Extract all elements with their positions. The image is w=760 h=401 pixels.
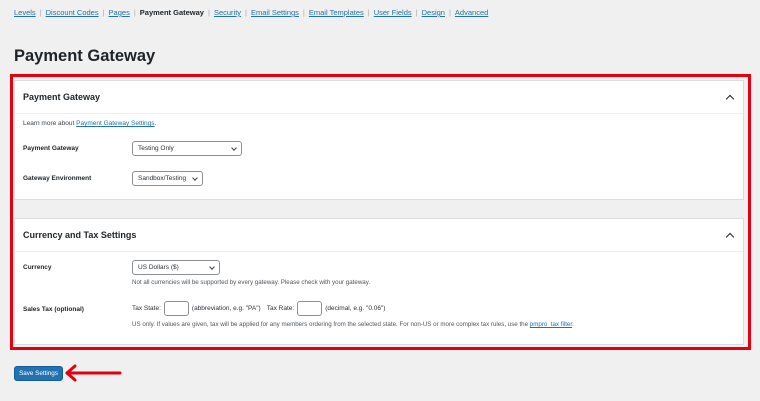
nav-separator: | — [245, 8, 247, 17]
sales-tax-label: Sales Tax (optional) — [23, 306, 84, 313]
payment-gateway-card-title: Payment Gateway — [23, 92, 101, 102]
chevron-down-icon — [231, 144, 237, 151]
gateway-environment-label: Gateway Environment — [23, 175, 92, 182]
intro-suffix: . — [154, 120, 157, 127]
payment-gateway-card: Payment Gateway Learn more about Payment… — [14, 80, 744, 200]
currency-help-text: Not all currencies will be supported by … — [132, 279, 371, 286]
nav-link-email-templates[interactable]: Email Templates — [309, 8, 364, 17]
chevron-down-icon — [209, 263, 215, 270]
currency-select-value: US Dollars ($) — [138, 264, 179, 271]
tax-state-hint: (abbreviation, e.g. "PA") — [191, 305, 261, 312]
nav-link-pages[interactable]: Pages — [109, 8, 130, 17]
gateway-intro-text: Learn more about Payment Gateway Setting… — [23, 120, 156, 127]
nav-link-user-fields[interactable]: User Fields — [374, 8, 412, 17]
nav-link-advanced[interactable]: Advanced — [455, 8, 488, 17]
tax-help-prefix: US only. If values are given, tax will b… — [132, 321, 530, 328]
currency-select[interactable]: US Dollars ($) — [132, 260, 220, 275]
payment-gateway-select[interactable]: Testing Only — [132, 141, 242, 156]
nav-link-levels[interactable]: Levels — [14, 8, 36, 17]
payment-gateway-settings-link[interactable]: Payment Gateway Settings — [76, 120, 154, 127]
gateway-environment-select-value: Sandbox/Testing — [138, 175, 187, 182]
nav-separator: | — [448, 8, 451, 17]
nav-link-discount-codes[interactable]: Discount Codes — [46, 8, 99, 17]
chevron-up-icon[interactable] — [725, 94, 735, 104]
tax-help-suffix: . — [572, 321, 574, 328]
tax-state-input[interactable] — [163, 301, 189, 316]
nav-separator: | — [39, 8, 42, 17]
tax-help-text: US only. If values are given, tax will b… — [132, 321, 574, 328]
chevron-up-icon[interactable] — [725, 232, 735, 242]
currency-tax-card: Currency and Tax Settings Currency US Do… — [14, 218, 744, 345]
nav-separator: | — [415, 8, 418, 17]
payment-gateway-label: Payment Gateway — [23, 145, 79, 152]
chevron-down-icon — [192, 174, 198, 181]
nav-link-design[interactable]: Design — [422, 8, 445, 17]
currency-label: Currency — [23, 264, 52, 271]
payment-gateway-select-value: Testing Only — [138, 145, 174, 152]
nav-link-security[interactable]: Security — [214, 8, 241, 17]
nav-current-payment-gateway: Payment Gateway — [139, 8, 204, 17]
currency-tax-card-header[interactable]: Currency and Tax Settings — [15, 219, 743, 252]
nav-separator: | — [133, 8, 136, 17]
nav-separator: | — [302, 8, 305, 17]
save-settings-button[interactable]: Save Settings — [14, 366, 63, 381]
tax-rate-hint: (decimal, e.g. "0.06") — [325, 305, 386, 312]
intro-prefix: Learn more about — [23, 120, 77, 127]
annotation-arrow — [65, 364, 122, 382]
tax-state-label: Tax State: — [132, 305, 161, 312]
gateway-environment-select[interactable]: Sandbox/Testing — [132, 171, 203, 186]
currency-tax-card-title: Currency and Tax Settings — [23, 230, 137, 240]
payment-gateway-card-header[interactable]: Payment Gateway — [15, 81, 743, 114]
tax-rate-label: Tax Rate: — [266, 305, 295, 312]
tax-rate-input[interactable] — [297, 301, 323, 316]
settings-nav: Levels | Discount Codes | Pages | Paymen… — [14, 8, 488, 17]
sales-tax-row: Tax State: (abbreviation, e.g. "PA") Tax… — [132, 301, 385, 316]
nav-separator: | — [367, 8, 370, 17]
nav-separator: | — [207, 8, 210, 17]
pmpro-tax-filter-link[interactable]: pmpro_tax filter — [530, 321, 572, 328]
page-title: Payment Gateway — [14, 47, 156, 65]
nav-link-email-settings[interactable]: Email Settings — [251, 8, 299, 17]
nav-separator: | — [102, 8, 105, 17]
